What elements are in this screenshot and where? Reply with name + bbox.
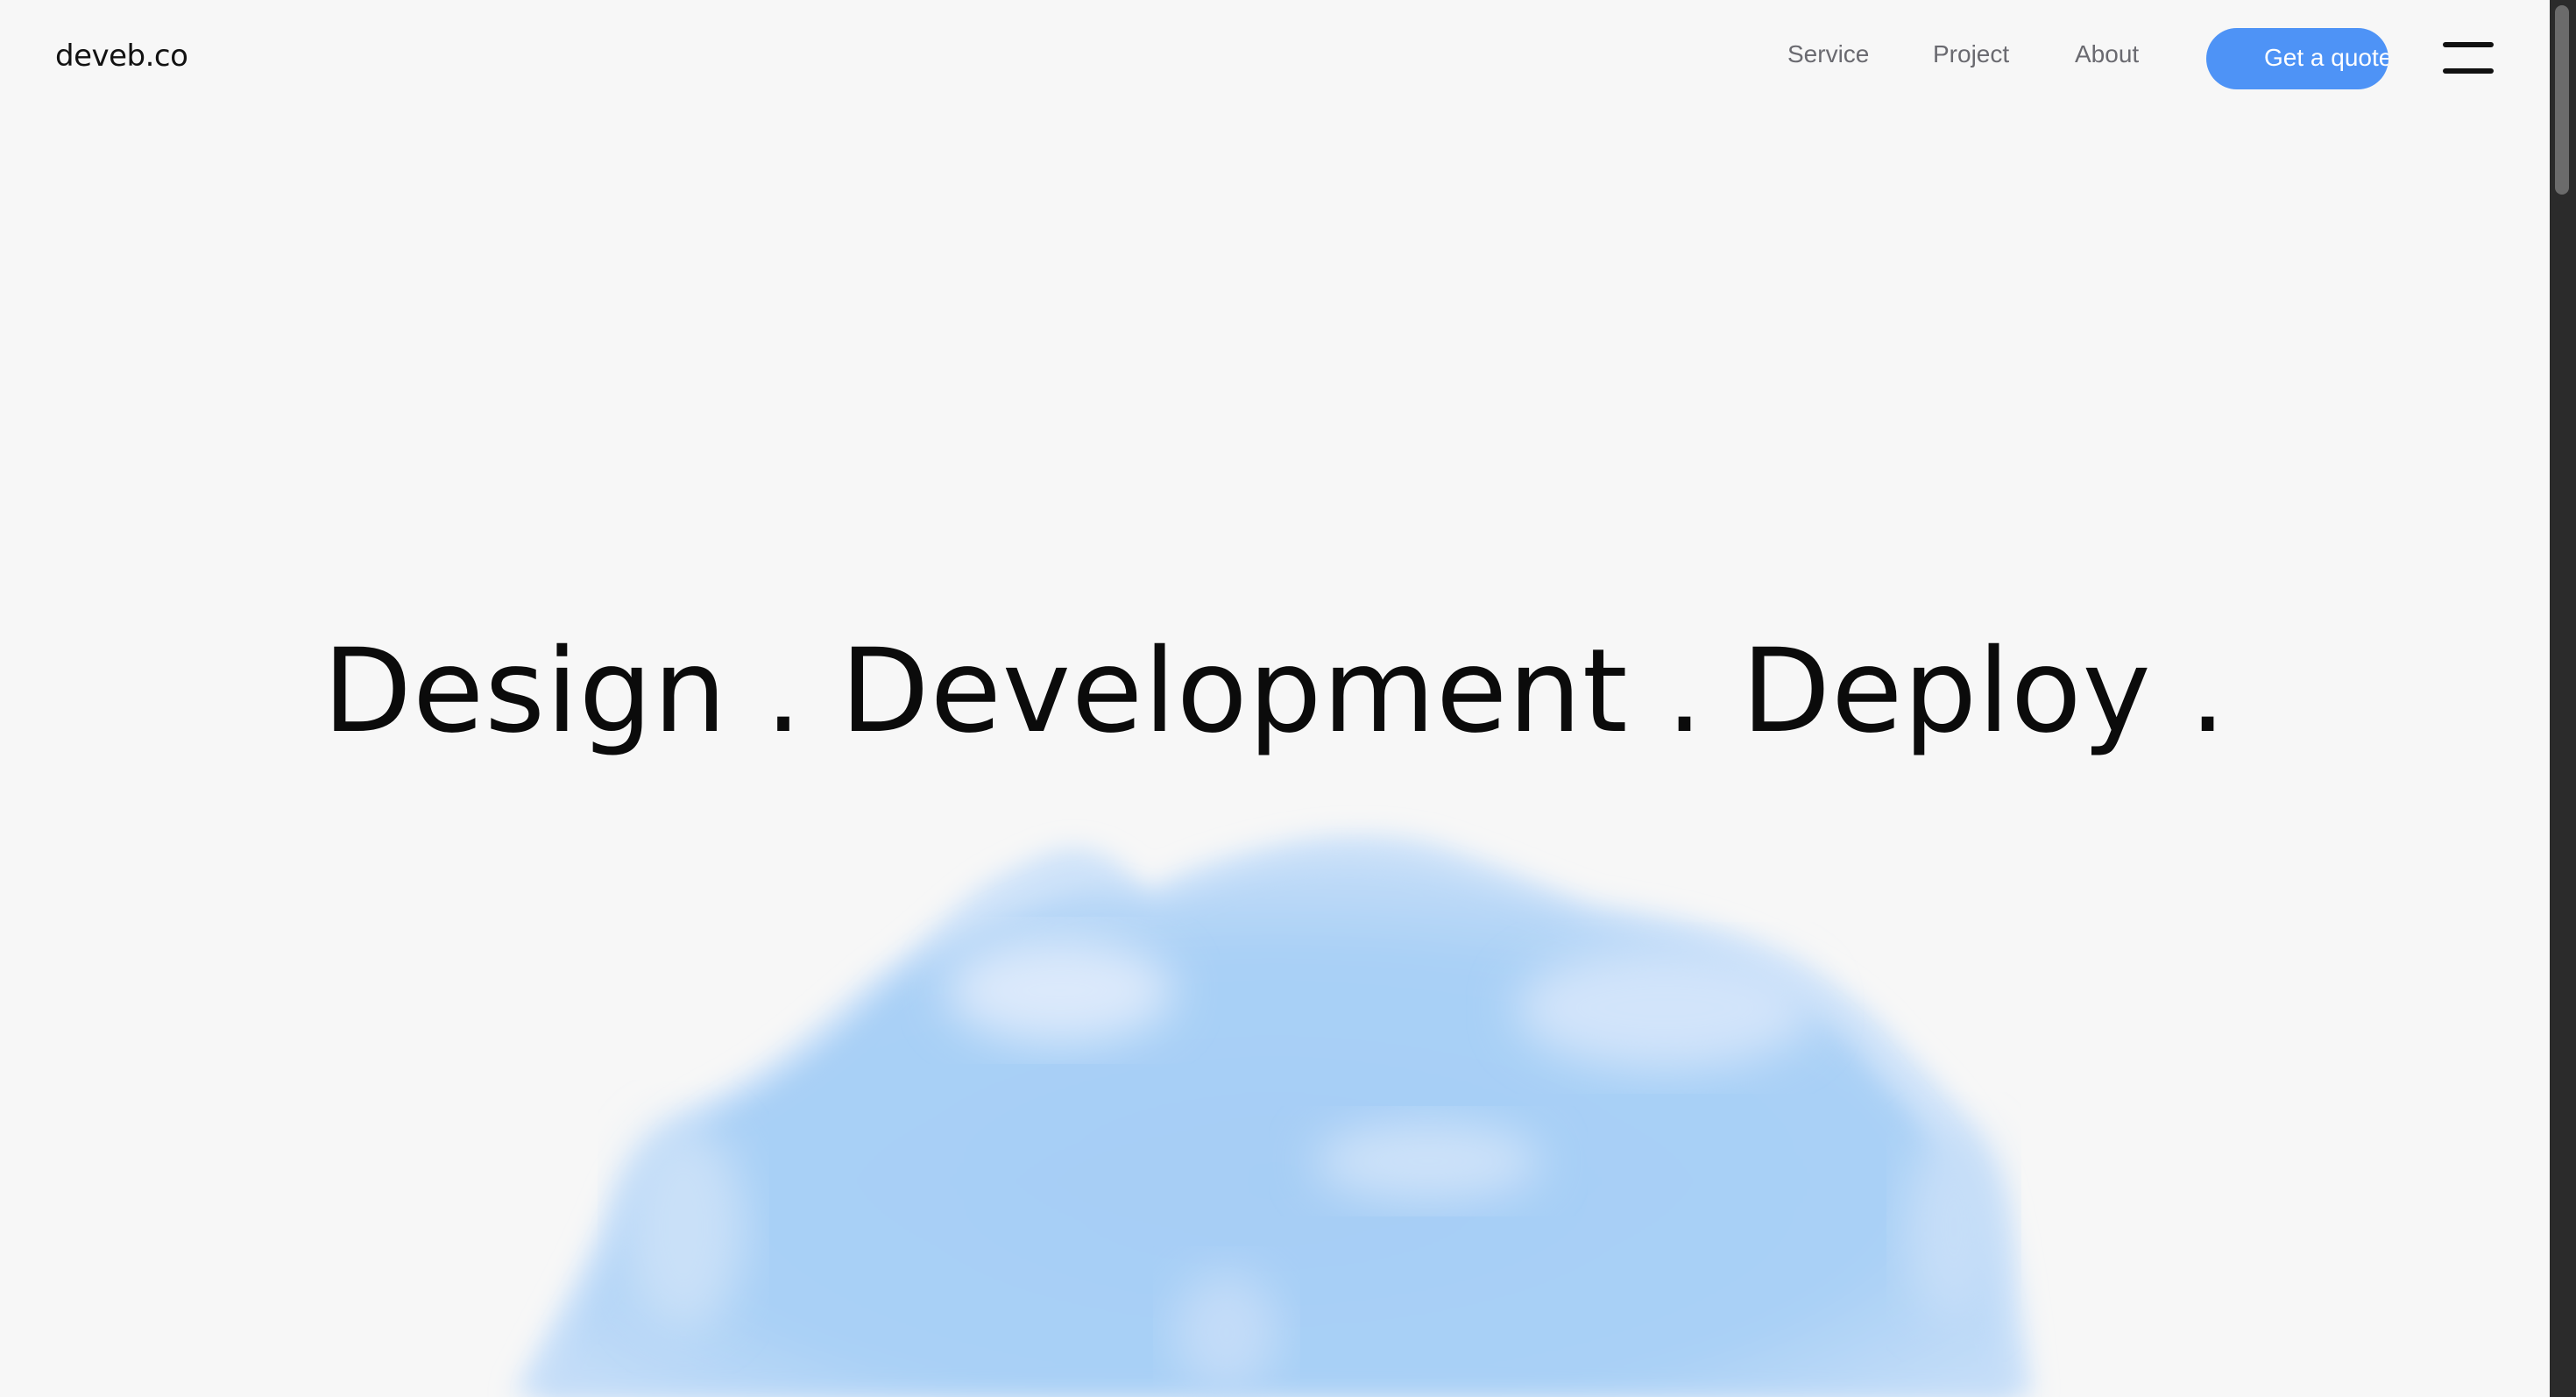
get-a-quote-label: Get a quote <box>2264 44 2388 71</box>
nav-link-service[interactable]: Service <box>1787 40 1869 68</box>
blob-highlight-far-right <box>1906 1131 2002 1323</box>
nav-link-project[interactable]: Project <box>1933 40 2009 68</box>
page: deveb.co Service Project About Get a quo… <box>0 0 2576 1397</box>
brand-logo[interactable]: deveb.co <box>55 39 188 74</box>
blob-highlight-right <box>1516 947 1814 1069</box>
blob-highlight-left <box>946 938 1174 1043</box>
hero-title: Design . Development . Deploy . <box>322 624 2227 759</box>
viewport[interactable]: deveb.co Service Project About Get a quo… <box>0 0 2550 1397</box>
menu-bar-bottom <box>2443 68 2494 74</box>
blob-highlight-far-left <box>622 1122 745 1332</box>
scrollbar[interactable] <box>2550 0 2576 1397</box>
blob-highlight-lower <box>1174 1271 1279 1393</box>
menu-bar-top <box>2443 42 2494 47</box>
nav-link-about[interactable]: About <box>2075 40 2139 68</box>
blob-highlight-center <box>1314 1122 1542 1201</box>
get-a-quote-button[interactable]: Get a quote <box>2206 28 2388 89</box>
scrollbar-thumb[interactable] <box>2555 5 2569 195</box>
hamburger-menu-icon[interactable] <box>2443 42 2494 74</box>
